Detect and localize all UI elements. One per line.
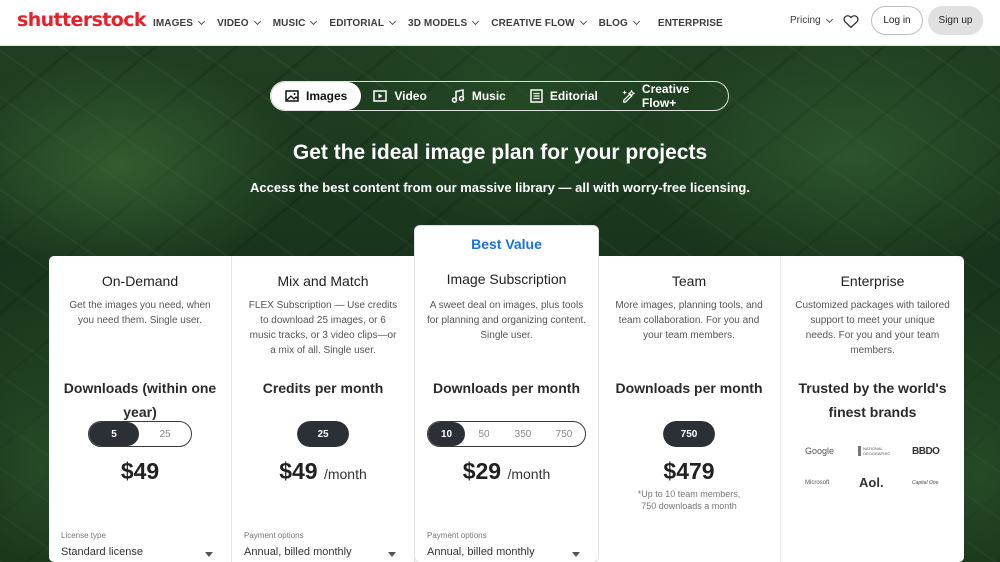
quantity-selector: 5 25 xyxy=(88,421,192,447)
best-value-badge: Best Value xyxy=(471,236,542,252)
capital-one-logo: Capital One xyxy=(912,480,939,486)
plan-note: *Up to 10 team members, 750 downloads a m… xyxy=(637,489,741,511)
plan-title: Enterprise xyxy=(840,273,905,289)
page-subtitle: Access the best content from our massive… xyxy=(250,180,750,195)
top-navigation: shutterstock IMAGES VIDEO MUSIC EDITORIA… xyxy=(0,0,1000,46)
google-logo: Google xyxy=(805,446,835,456)
plan-title: Mix and Match xyxy=(277,273,369,289)
chevron-down-icon xyxy=(472,17,480,26)
plan-description: A sweet deal on images, plus tools for p… xyxy=(427,300,587,341)
plan-card-image-subscription: Best Value Image Subscription A sweet de… xyxy=(415,226,598,562)
plan-description: FLEX Subscription — Use credits to downl… xyxy=(248,300,398,356)
quantity-option[interactable]: 10 xyxy=(428,422,465,446)
nav-blog[interactable]: BLOG xyxy=(599,17,640,29)
media-type-tabs: Images Video Music Editorial Creative Fl… xyxy=(270,81,729,111)
chevron-down-icon xyxy=(198,17,206,26)
pricing-menu[interactable]: Pricing xyxy=(790,15,833,26)
plan-card-team: Team More images, planning tools, and te… xyxy=(598,256,781,562)
tab-video[interactable]: Video xyxy=(361,82,438,110)
plan-card-enterprise: Enterprise Customized packages with tail… xyxy=(781,256,964,562)
nav-video[interactable]: VIDEO xyxy=(217,17,261,29)
plan-card-mix-and-match: Mix and Match FLEX Subscription — Use cr… xyxy=(232,256,415,562)
tab-music[interactable]: Music xyxy=(439,82,518,110)
bbdo-logo: BBDO xyxy=(912,446,940,457)
chevron-down-icon xyxy=(253,17,261,26)
quantity-option[interactable]: 25 xyxy=(139,422,191,446)
nav-editorial[interactable]: EDITORIAL xyxy=(329,17,397,29)
nav-music[interactable]: MUSIC xyxy=(273,17,318,29)
aol-logo: Aol. xyxy=(859,475,884,490)
plan-price: $49 xyxy=(120,458,160,484)
plan-price: $29 /month xyxy=(462,458,551,484)
music-icon xyxy=(451,89,465,103)
microsoft-logo: Microsoft xyxy=(805,480,830,486)
plan-description: Customized packages with tailored suppor… xyxy=(795,300,950,356)
plan-price: $479 xyxy=(663,458,715,484)
signup-button[interactable]: Sign up xyxy=(928,6,983,35)
tab-images[interactable]: Images xyxy=(271,82,362,110)
plan-description: Get the images you need, when you need t… xyxy=(69,300,211,326)
image-icon xyxy=(285,90,299,102)
quantity-option[interactable]: 5 xyxy=(89,422,139,446)
plan-title: On-Demand xyxy=(101,273,179,289)
nav-creative-flow[interactable]: CREATIVE FLOW xyxy=(491,17,587,29)
quantity-option[interactable]: 750 xyxy=(663,421,715,447)
caret-down-icon[interactable] xyxy=(388,552,396,557)
chevron-down-icon xyxy=(310,17,318,26)
option-label: Payment options xyxy=(427,531,487,540)
chevron-down-icon xyxy=(579,17,587,26)
quantity-option[interactable]: 50 xyxy=(465,422,503,446)
license-type-select[interactable]: Standard license xyxy=(61,546,143,558)
plan-metric: Downloads (within one year) xyxy=(63,380,217,420)
plan-description: More images, planning tools, and team co… xyxy=(615,300,763,341)
plan-metric: Credits per month xyxy=(262,380,384,396)
payment-options-select[interactable]: Annual, billed monthly xyxy=(427,546,535,558)
shutterstock-logo[interactable]: shutterstock xyxy=(17,9,147,31)
quantity-option[interactable]: 750 xyxy=(543,422,585,446)
quantity-selector: 750 xyxy=(663,421,715,447)
option-label: License type xyxy=(61,531,106,540)
caret-down-icon[interactable] xyxy=(572,552,580,557)
plan-card-on-demand: On-Demand Get the images you need, when … xyxy=(49,256,232,562)
plan-title: Team xyxy=(671,273,707,289)
quantity-selector: 25 xyxy=(297,421,349,447)
login-button[interactable]: Log in xyxy=(871,6,923,35)
trusted-brands-heading: Trusted by the world's finest brands xyxy=(798,380,947,420)
editorial-icon xyxy=(530,89,543,103)
chevron-down-icon xyxy=(825,15,833,23)
chevron-down-icon xyxy=(388,17,397,26)
creative-flow-icon xyxy=(622,89,635,103)
national-geographic-logo: NATIONAL GEOGRAPHIC xyxy=(858,446,890,456)
quantity-selector: 10 50 350 750 xyxy=(427,421,586,447)
quantity-option[interactable]: 350 xyxy=(503,422,543,446)
tab-editorial[interactable]: Editorial xyxy=(518,82,610,110)
nav-images[interactable]: IMAGES xyxy=(153,17,206,29)
plan-price: $49 /month xyxy=(279,458,367,484)
option-label: Payment options xyxy=(244,531,304,540)
plan-metric: Downloads per month xyxy=(433,380,580,396)
plan-metric: Downloads per month xyxy=(615,380,763,396)
nav-enterprise[interactable]: ENTERPRISE xyxy=(658,18,723,29)
tab-creative-flow[interactable]: Creative Flow+ xyxy=(610,82,728,110)
chevron-down-icon xyxy=(632,17,640,26)
video-icon xyxy=(373,90,388,102)
page-title: Get the ideal image plan for your projec… xyxy=(292,141,708,164)
caret-down-icon[interactable] xyxy=(205,552,213,557)
quantity-option[interactable]: 25 xyxy=(297,421,349,447)
plan-title: Image Subscription xyxy=(446,271,567,287)
plan-card-body: Image Subscription A sweet deal on image… xyxy=(415,256,598,562)
heart-icon[interactable] xyxy=(842,12,860,30)
nav-3d-models[interactable]: 3D MODELS xyxy=(408,17,480,29)
payment-options-select[interactable]: Annual, billed monthly xyxy=(244,546,352,558)
main-nav: IMAGES VIDEO MUSIC EDITORIAL 3D MODELS C… xyxy=(153,0,736,46)
